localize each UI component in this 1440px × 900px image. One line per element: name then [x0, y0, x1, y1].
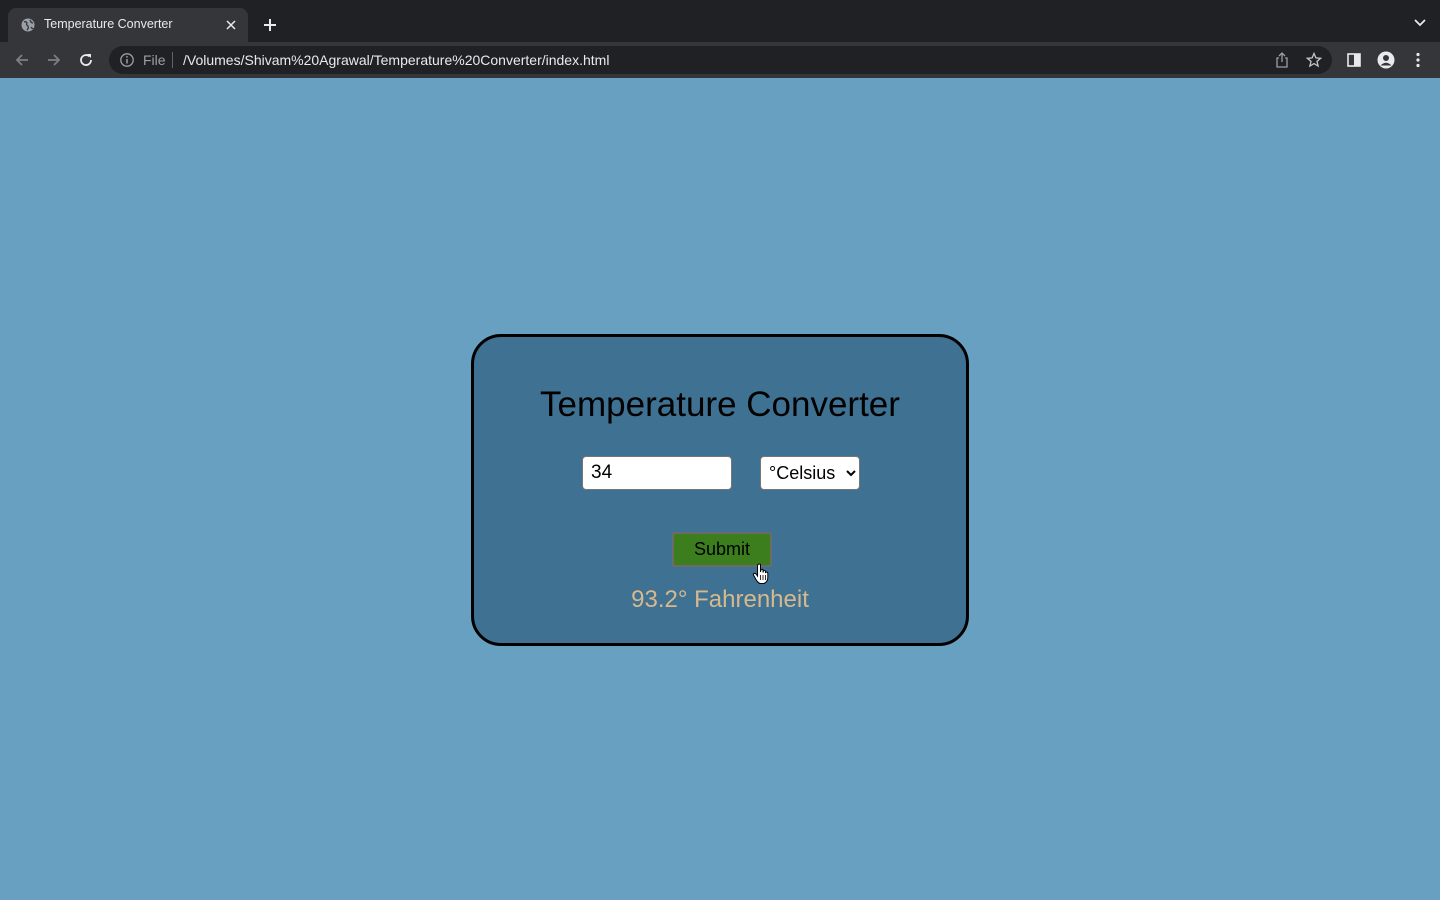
result-text: 93.2° Fahrenheit — [631, 586, 809, 613]
chevron-down-icon[interactable] — [1410, 13, 1430, 33]
reload-icon[interactable] — [74, 48, 98, 72]
plus-icon[interactable] — [258, 13, 282, 37]
temperature-input[interactable] — [582, 456, 732, 490]
converter-card: Temperature Converter °Celsius Submit 93… — [471, 334, 969, 646]
unit-select[interactable]: °Celsius — [760, 456, 860, 490]
bookmark-star-icon[interactable] — [1305, 51, 1323, 69]
page-title: Temperature Converter — [540, 385, 900, 424]
tab-title: Temperature Converter — [44, 17, 173, 31]
side-panel-icon[interactable] — [1342, 48, 1366, 72]
scheme-label: File — [143, 52, 166, 68]
close-icon[interactable] — [222, 16, 240, 34]
globe-icon — [20, 17, 36, 33]
submit-button[interactable]: Submit — [672, 532, 772, 567]
tab-strip: Temperature Converter — [0, 0, 1440, 42]
profile-icon[interactable] — [1374, 48, 1398, 72]
address-divider — [172, 52, 173, 68]
url-text[interactable]: /Volumes/Shivam%20Agrawal/Temperature%20… — [183, 52, 609, 68]
browser-toolbar: File /Volumes/Shivam%20Agrawal/Temperatu… — [0, 42, 1440, 78]
page-viewport: Temperature Converter °Celsius Submit 93… — [0, 78, 1440, 900]
info-icon[interactable] — [119, 52, 135, 68]
more-menu-icon[interactable] — [1406, 48, 1430, 72]
address-bar[interactable]: File /Volumes/Shivam%20Agrawal/Temperatu… — [109, 46, 1332, 74]
share-icon[interactable] — [1273, 51, 1291, 69]
browser-tab[interactable]: Temperature Converter — [8, 8, 248, 42]
forward-arrow-icon[interactable] — [42, 48, 66, 72]
back-arrow-icon[interactable] — [10, 48, 34, 72]
